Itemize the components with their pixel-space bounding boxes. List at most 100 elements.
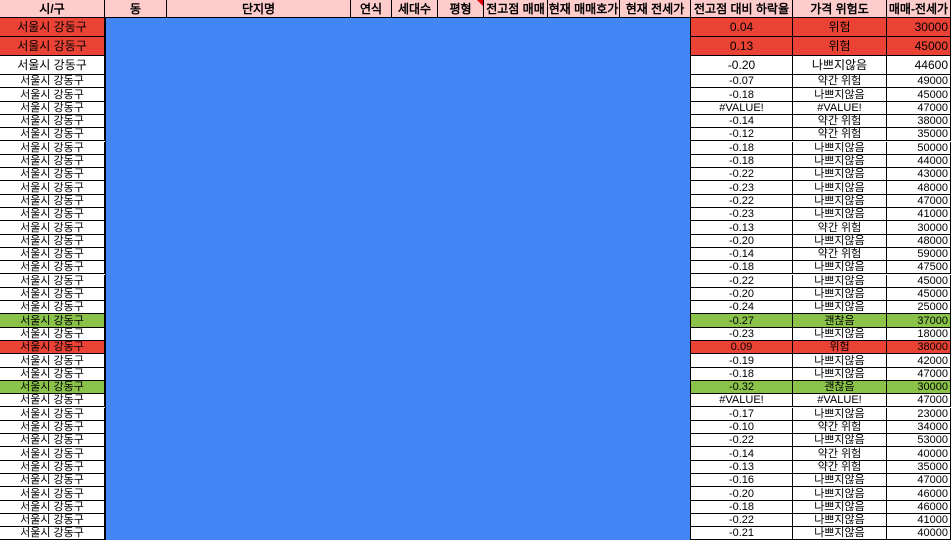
- cell-gap[interactable]: 40000: [887, 527, 951, 540]
- cell-sigu[interactable]: 서울시 강동구: [0, 114, 105, 129]
- cell-sigu[interactable]: 서울시 강동구: [0, 247, 105, 262]
- cell-sigu[interactable]: 서울시 강동구: [0, 301, 105, 315]
- header-current-jeonse[interactable]: 현재 전세가: [620, 0, 691, 18]
- cell-risk[interactable]: 약간 위험: [793, 460, 887, 474]
- cell-risk[interactable]: 나쁘지않음: [793, 513, 887, 528]
- cell-sigu[interactable]: 서울시 강동구: [0, 128, 105, 142]
- cell-sigu[interactable]: 서울시 강동구: [0, 327, 105, 341]
- cell-drop-rate[interactable]: -0.14: [691, 447, 793, 461]
- cell-risk[interactable]: 나쁘지않음: [793, 527, 887, 540]
- cell-gap[interactable]: 30000: [887, 380, 951, 395]
- cell-gap[interactable]: 53000: [887, 434, 951, 448]
- cell-risk[interactable]: 위험: [793, 341, 887, 355]
- cell-risk[interactable]: 나쁘지않음: [793, 88, 887, 102]
- cell-drop-rate[interactable]: #VALUE!: [691, 394, 793, 408]
- cell-drop-rate[interactable]: -0.23: [691, 327, 793, 341]
- cell-gap[interactable]: 45000: [887, 274, 951, 288]
- header-peak-price[interactable]: 전고점 매매: [484, 0, 548, 18]
- cell-risk[interactable]: 나쁘지않음: [793, 434, 887, 448]
- cell-sigu[interactable]: 서울시 강동구: [0, 380, 105, 395]
- cell-risk[interactable]: 약간 위험: [793, 221, 887, 235]
- cell-gap[interactable]: 47500: [887, 261, 951, 275]
- header-year[interactable]: 연식: [351, 0, 392, 18]
- cell-sigu[interactable]: 서울시 강동구: [0, 168, 105, 182]
- cell-sigu[interactable]: 서울시 강동구: [0, 434, 105, 448]
- cell-risk[interactable]: #VALUE!: [793, 394, 887, 408]
- cell-drop-rate[interactable]: 0.09: [691, 341, 793, 355]
- cell-gap[interactable]: 30000: [887, 18, 951, 37]
- cell-sigu[interactable]: 서울시 강동구: [0, 474, 105, 488]
- cell-risk[interactable]: 나쁘지않음: [793, 141, 887, 155]
- cell-drop-rate[interactable]: -0.20: [691, 234, 793, 248]
- cell-drop-rate[interactable]: -0.22: [691, 274, 793, 288]
- cell-risk[interactable]: 약간 위험: [793, 247, 887, 262]
- cell-risk[interactable]: 나쁘지않음: [793, 274, 887, 288]
- cell-gap[interactable]: 44000: [887, 154, 951, 169]
- cell-drop-rate[interactable]: -0.20: [691, 287, 793, 302]
- cell-drop-rate[interactable]: -0.13: [691, 221, 793, 235]
- cell-sigu[interactable]: 서울시 강동구: [0, 513, 105, 528]
- cell-drop-rate[interactable]: -0.20: [691, 56, 793, 75]
- cell-drop-rate[interactable]: -0.18: [691, 141, 793, 155]
- cell-gap[interactable]: 48000: [887, 234, 951, 248]
- cell-sigu[interactable]: 서울시 강동구: [0, 287, 105, 302]
- cell-risk[interactable]: 약간 위험: [793, 114, 887, 129]
- cell-sigu[interactable]: 서울시 강동구: [0, 447, 105, 461]
- cell-drop-rate[interactable]: -0.32: [691, 380, 793, 395]
- cell-gap[interactable]: 35000: [887, 460, 951, 474]
- cell-risk[interactable]: 나쁘지않음: [793, 327, 887, 341]
- cell-drop-rate[interactable]: -0.21: [691, 527, 793, 540]
- header-dong[interactable]: 동: [105, 0, 167, 18]
- cell-drop-rate[interactable]: -0.19: [691, 354, 793, 368]
- cell-drop-rate[interactable]: -0.22: [691, 168, 793, 182]
- header-households[interactable]: 세대수: [392, 0, 438, 18]
- cell-sigu[interactable]: 서울시 강동구: [0, 181, 105, 195]
- cell-risk[interactable]: 약간 위험: [793, 128, 887, 142]
- cell-gap[interactable]: 47000: [887, 394, 951, 408]
- cell-risk[interactable]: 나쁘지않음: [793, 407, 887, 421]
- header-drop-rate[interactable]: 전고점 대비 하락율: [691, 0, 793, 18]
- cell-sigu[interactable]: 서울시 강동구: [0, 487, 105, 501]
- cell-drop-rate[interactable]: -0.18: [691, 88, 793, 102]
- cell-gap[interactable]: 41000: [887, 208, 951, 222]
- cell-gap[interactable]: 41000: [887, 513, 951, 528]
- cell-sigu[interactable]: 서울시 강동구: [0, 354, 105, 368]
- cell-sigu[interactable]: 서울시 강동구: [0, 527, 105, 540]
- cell-gap[interactable]: 48000: [887, 181, 951, 195]
- cell-sigu[interactable]: 서울시 강동구: [0, 341, 105, 355]
- cell-risk[interactable]: 위험: [793, 37, 887, 56]
- cell-gap[interactable]: 40000: [887, 447, 951, 461]
- cell-sigu[interactable]: 서울시 강동구: [0, 75, 105, 89]
- cell-drop-rate[interactable]: -0.23: [691, 181, 793, 195]
- cell-sigu[interactable]: 서울시 강동구: [0, 141, 105, 155]
- cell-risk[interactable]: 나쁘지않음: [793, 474, 887, 488]
- cell-sigu[interactable]: 서울시 강동구: [0, 314, 105, 328]
- cell-risk[interactable]: 나쁘지않음: [793, 301, 887, 315]
- cell-sigu[interactable]: 서울시 강동구: [0, 208, 105, 222]
- cell-gap[interactable]: 38000: [887, 114, 951, 129]
- cell-sigu[interactable]: 서울시 강동구: [0, 420, 105, 435]
- cell-sigu[interactable]: 서울시 강동구: [0, 37, 105, 56]
- cell-drop-rate[interactable]: 0.04: [691, 18, 793, 37]
- cell-gap[interactable]: 23000: [887, 407, 951, 421]
- cell-risk[interactable]: 약간 위험: [793, 75, 887, 89]
- cell-sigu[interactable]: 서울시 강동구: [0, 56, 105, 75]
- header-complex[interactable]: 단지명: [167, 0, 351, 18]
- cell-drop-rate[interactable]: -0.14: [691, 247, 793, 262]
- cell-sigu[interactable]: 서울시 강동구: [0, 101, 105, 115]
- cell-drop-rate[interactable]: -0.18: [691, 154, 793, 169]
- cell-risk[interactable]: 약간 위험: [793, 420, 887, 435]
- header-current-ask[interactable]: 현재 매매호가: [548, 0, 620, 18]
- cell-drop-rate[interactable]: -0.07: [691, 75, 793, 89]
- cell-gap[interactable]: 47000: [887, 101, 951, 115]
- cell-sigu[interactable]: 서울시 강동구: [0, 88, 105, 102]
- cell-risk[interactable]: 나쁘지않음: [793, 287, 887, 302]
- cell-drop-rate[interactable]: -0.22: [691, 194, 793, 208]
- header-risk[interactable]: 가격 위험도: [793, 0, 887, 18]
- cell-risk[interactable]: 나쁘지않음: [793, 56, 887, 75]
- cell-risk[interactable]: 나쁘지않음: [793, 367, 887, 381]
- cell-risk[interactable]: 나쁘지않음: [793, 168, 887, 182]
- cell-sigu[interactable]: 서울시 강동구: [0, 460, 105, 474]
- cell-drop-rate[interactable]: -0.17: [691, 407, 793, 421]
- cell-sigu[interactable]: 서울시 강동구: [0, 367, 105, 381]
